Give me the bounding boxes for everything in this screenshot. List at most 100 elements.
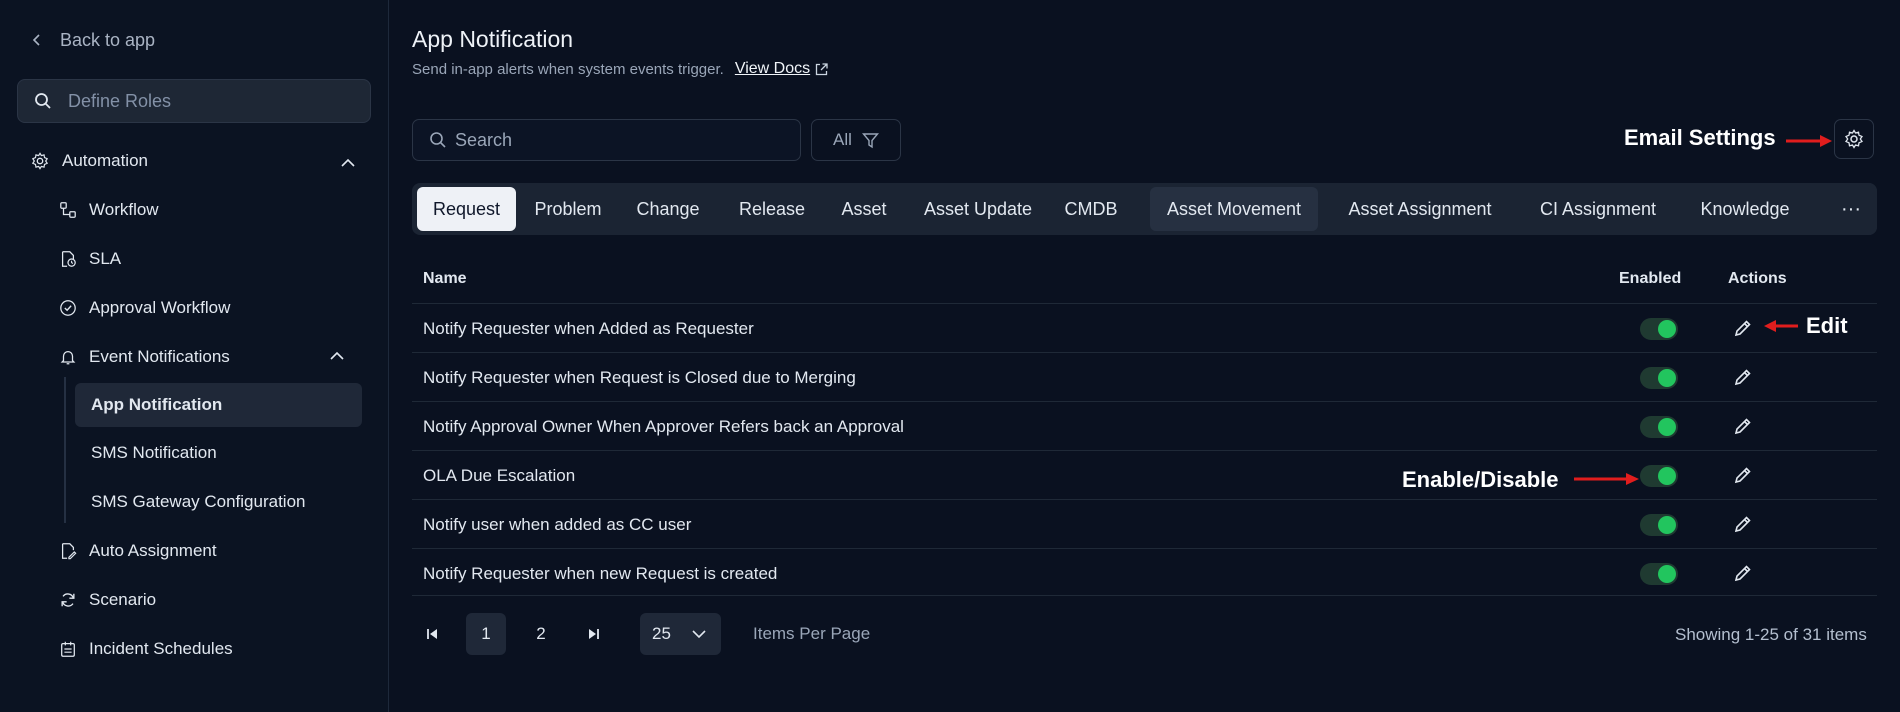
filter-icon (861, 132, 879, 148)
sidebar-subitem-label: SMS Gateway Configuration (91, 492, 306, 511)
pencil-icon[interactable] (1732, 513, 1754, 535)
tab-problem[interactable]: Problem (522, 187, 614, 231)
annotation-arrow-icon (1764, 320, 1798, 332)
chevron-left-icon (32, 34, 40, 46)
sidebar-search[interactable] (17, 79, 371, 123)
enable-disable-annotation: Enable/Disable (1402, 467, 1559, 492)
email-settings-button[interactable] (1834, 119, 1874, 159)
search-icon (35, 93, 51, 109)
enabled-toggle[interactable] (1640, 514, 1678, 536)
view-docs-link[interactable]: View Docs (735, 60, 829, 78)
toggle-knob (1658, 565, 1676, 583)
enabled-toggle[interactable] (1640, 465, 1678, 487)
sidebar-item-incident-schedules[interactable]: Incident Schedules (58, 639, 233, 659)
sidebar-subitem-label: App Notification (91, 395, 223, 414)
refresh-icon (58, 590, 78, 610)
notification-name: Notify Requester when new Request is cre… (423, 564, 778, 583)
page-button[interactable]: 2 (521, 613, 561, 655)
enabled-toggle[interactable] (1640, 563, 1678, 585)
pencil-icon[interactable] (1732, 562, 1754, 584)
tab-knowledge[interactable]: Knowledge (1684, 187, 1806, 231)
tab-label: Knowledge (1700, 198, 1790, 219)
tab-release[interactable]: Release (728, 187, 816, 231)
back-to-app-link[interactable]: Back to app (30, 26, 155, 54)
tab-label: Problem (534, 198, 602, 219)
more-tabs-button[interactable]: ··· (1825, 183, 1877, 235)
tab-ci-assignment[interactable]: CI Assignment (1518, 187, 1678, 231)
sidebar-item-event-notifications[interactable]: Event Notifications (58, 347, 230, 367)
tab-label: Release (738, 198, 806, 219)
toggle-knob (1658, 369, 1676, 387)
notification-name: OLA Due Escalation (423, 466, 576, 485)
tab-asset-movement[interactable]: Asset Movement (1150, 187, 1318, 231)
check-circle-icon (58, 298, 78, 318)
search-input[interactable] (455, 129, 785, 151)
gear-icon (30, 151, 50, 171)
search-box[interactable] (412, 119, 801, 161)
external-link-icon (815, 62, 828, 75)
table-row: OLA Due Escalation (412, 450, 1877, 499)
tab-change[interactable]: Change (622, 187, 714, 231)
automation-label: Automation (62, 151, 148, 170)
back-label: Back to app (60, 29, 156, 50)
sidebar-item-sla[interactable]: SLA (58, 249, 121, 269)
table-row: Notify user when added as CC user (412, 499, 1877, 548)
page-number: 1 (481, 624, 491, 643)
tab-asset[interactable]: Asset (828, 187, 900, 231)
tab-cmdb[interactable]: CMDB (1054, 187, 1128, 231)
view-docs-label: View Docs (734, 60, 811, 77)
items-per-page-select[interactable]: 25 (640, 613, 721, 655)
pencil-icon[interactable] (1732, 464, 1754, 486)
module-tabs: Request Problem Change Release Asset Ass… (412, 183, 1877, 235)
tab-label: Asset Assignment (1348, 198, 1492, 219)
toggle-knob (1658, 320, 1676, 338)
sidebar-item-scenario[interactable]: Scenario (58, 590, 156, 610)
pencil-icon[interactable] (1732, 415, 1754, 437)
tab-label: CI Assignment (1539, 198, 1657, 219)
pencil-icon[interactable] (1732, 317, 1754, 339)
edit-annotation: Edit (1806, 313, 1848, 338)
chevron-up-icon[interactable] (329, 348, 345, 364)
file-clock-icon (58, 249, 78, 269)
notification-name: Notify Approval Owner When Approver Refe… (423, 417, 904, 436)
calendar-icon (58, 639, 78, 659)
enabled-toggle[interactable] (1640, 367, 1678, 389)
sidebar-subitem-sms-notification[interactable]: SMS Notification (75, 431, 362, 475)
pencil-icon[interactable] (1732, 366, 1754, 388)
sidebar-item-auto-assignment[interactable]: Auto Assignment (58, 541, 217, 561)
sidebar-item-label: Auto Assignment (89, 541, 217, 560)
enabled-toggle[interactable] (1640, 318, 1678, 340)
table-row: Notify Approval Owner When Approver Refe… (412, 401, 1877, 450)
sidebar-subitem-label: SMS Notification (91, 443, 217, 462)
page-button-current[interactable]: 1 (466, 613, 506, 655)
sidebar-search-input[interactable] (68, 90, 348, 112)
skip-first-icon (427, 629, 437, 639)
filter-button[interactable]: All (811, 119, 901, 161)
column-header-name: Name (423, 270, 467, 287)
sidebar-item-label: Event Notifications (89, 347, 230, 366)
sidebar-item-workflow[interactable]: Workflow (58, 200, 159, 220)
last-page-button[interactable] (580, 613, 608, 655)
chevron-up-icon[interactable] (340, 155, 356, 171)
sidebar-subitem-app-notification[interactable]: App Notification (75, 383, 362, 427)
sidebar-item-label: Workflow (89, 200, 159, 219)
column-header-actions: Actions (1728, 270, 1787, 287)
column-header-enabled: Enabled (1619, 270, 1682, 287)
sidebar-item-approval-workflow[interactable]: Approval Workflow (58, 298, 230, 318)
sub-menu-divider (64, 377, 66, 523)
sidebar-subitem-sms-gateway-configuration[interactable]: SMS Gateway Configuration (75, 480, 362, 524)
subtitle-text: Send in-app alerts when system events tr… (412, 60, 724, 78)
tab-asset-assignment[interactable]: Asset Assignment (1332, 187, 1508, 231)
sidebar-item-automation[interactable]: Automation (30, 151, 148, 171)
annotation-arrow-icon (1786, 135, 1832, 147)
first-page-button[interactable] (418, 613, 446, 655)
enabled-toggle[interactable] (1640, 416, 1678, 438)
tab-label: Asset Movement (1166, 198, 1302, 219)
table-row: Notify Requester when Added as Requester (412, 303, 1877, 352)
tab-asset-update[interactable]: Asset Update (912, 187, 1044, 231)
table-row: Notify Requester when new Request is cre… (412, 548, 1877, 597)
tab-request[interactable]: Request (417, 187, 516, 231)
bell-icon (58, 347, 78, 367)
search-icon (430, 132, 446, 148)
tab-label: Change (636, 198, 700, 219)
